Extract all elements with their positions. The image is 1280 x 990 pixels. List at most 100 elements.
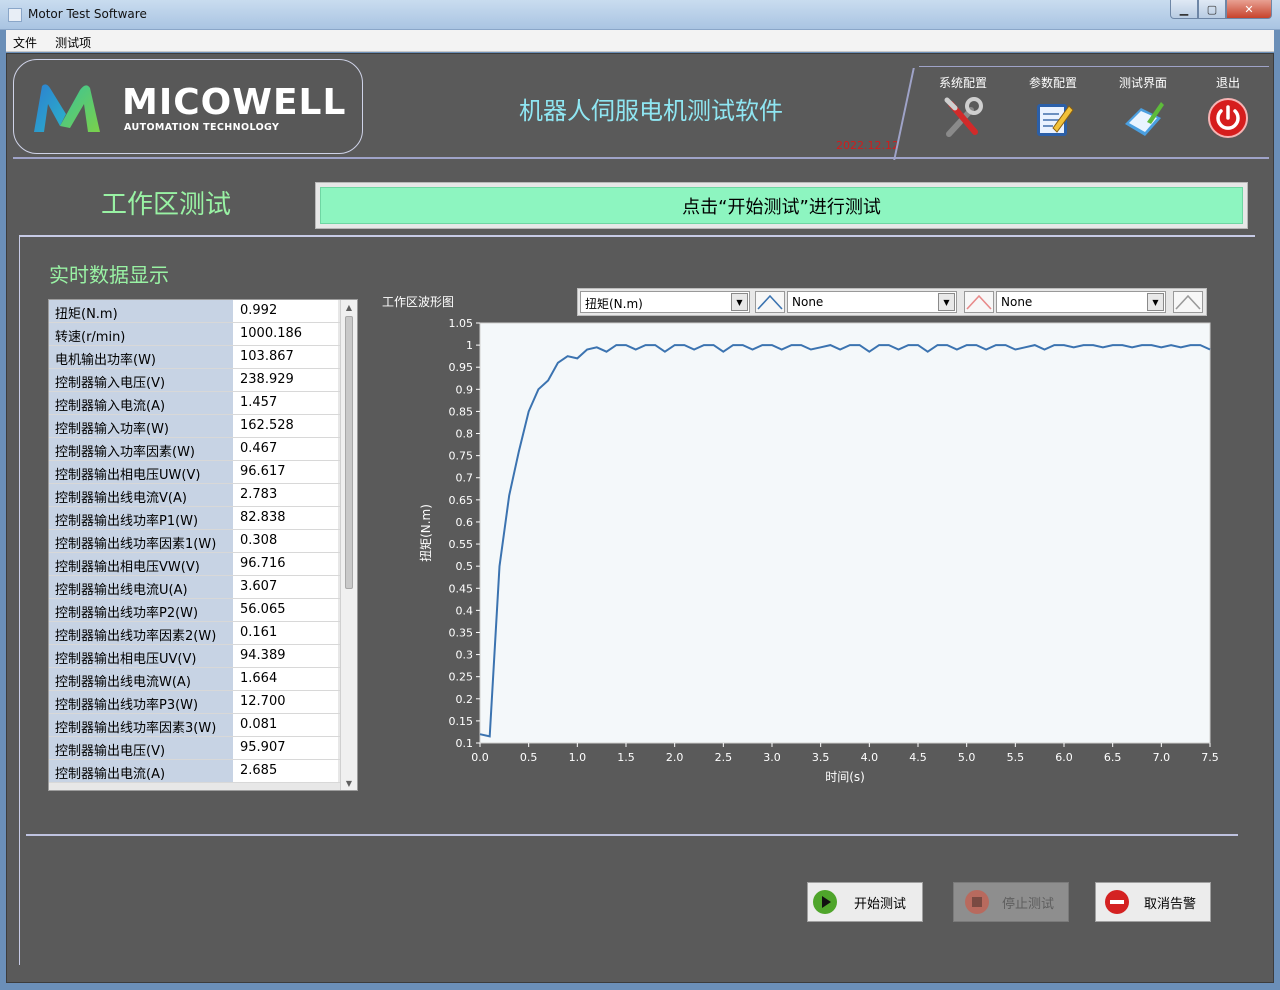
menu-test-items[interactable]: 测试项 xyxy=(48,30,98,51)
y-tick-label: 0.6 xyxy=(456,516,474,529)
clipboard-icon xyxy=(1125,102,1164,136)
table-row: 控制器输出线功率P1(W) 82.838 xyxy=(49,507,357,530)
realtime-data-table[interactable]: 扭矩(N.m) 0.992 转速(r/min) 1000.186 电机输出功率(W) 10… xyxy=(48,299,358,791)
cancel-alarm-label: 取消告警 xyxy=(1144,896,1197,912)
close-button[interactable]: ✕ xyxy=(1226,0,1272,19)
table-row-name: 控制器输出电压(V) xyxy=(49,737,235,759)
table-row-value[interactable]: 103.867 xyxy=(235,346,338,368)
table-row-value[interactable]: 2.783 xyxy=(235,484,338,506)
cancel-alarm-button[interactable]: 取消告警 xyxy=(1095,882,1211,922)
y-axis-label: 扭矩(N.m) xyxy=(419,504,433,562)
channel-select-1[interactable]: 扭矩(N.m) ▼ xyxy=(580,291,750,313)
table-row: 控制器输出线功率因素2(W) 0.161 xyxy=(49,622,357,645)
micowell-logo-icon xyxy=(34,84,100,132)
table-row: 电机输出功率(W) 103.867 xyxy=(49,346,357,369)
table-row-value[interactable]: 0.081 xyxy=(235,714,338,736)
no-entry-icon xyxy=(1105,890,1129,914)
maximize-icon: ▢ xyxy=(1206,2,1218,16)
scroll-down-icon[interactable]: ▼ xyxy=(341,776,357,790)
x-tick-label: 3.5 xyxy=(812,751,830,764)
start-test-button[interactable]: 开始测试 xyxy=(807,882,923,922)
scroll-thumb[interactable] xyxy=(345,316,353,589)
tool-system-config[interactable]: 系统配置 xyxy=(923,74,1003,140)
y-tick-label: 0.85 xyxy=(449,405,474,418)
window-title: Motor Test Software xyxy=(28,7,147,21)
table-row-value[interactable]: 56.065 xyxy=(235,599,338,621)
table-row-value[interactable]: 0.992 xyxy=(235,300,338,322)
table-row-value[interactable]: 2.685 xyxy=(235,760,338,782)
x-tick-label: 2.5 xyxy=(715,751,733,764)
series-3-color-swatch[interactable] xyxy=(1173,291,1203,313)
minimize-button[interactable]: ▁ xyxy=(1170,0,1198,19)
y-tick-label: 0.65 xyxy=(449,494,474,507)
line-style-icon xyxy=(757,294,783,310)
chevron-down-icon: ▼ xyxy=(938,293,955,311)
channel-select-2[interactable]: None ▼ xyxy=(787,291,957,313)
y-tick-label: 1.05 xyxy=(449,317,474,330)
x-tick-label: 0.5 xyxy=(520,751,538,764)
table-row-value[interactable]: 12.700 xyxy=(235,691,338,713)
window-controls: ▁ ▢ ✕ xyxy=(1170,0,1272,20)
x-tick-label: 5.0 xyxy=(958,751,976,764)
y-tick-label: 0.55 xyxy=(449,538,474,551)
panel-title: 实时数据显示 xyxy=(49,263,169,287)
x-tick-label: 2.0 xyxy=(666,751,684,764)
table-row-name: 控制器输入功率因素(W) xyxy=(49,438,235,460)
x-tick-label: 1.0 xyxy=(569,751,587,764)
table-row-value[interactable]: 0.467 xyxy=(235,438,338,460)
table-row-value[interactable]: 0.161 xyxy=(235,622,338,644)
waveform-chart[interactable]: 0.1 0.15 0.2 0.25 0.3 0.35 0.4 0.45 0.5 0.55 0.6 0.… xyxy=(400,315,1240,795)
table-row: 控制器输出相电压VW(V) 96.716 xyxy=(49,553,357,576)
stop-icon xyxy=(965,890,989,914)
table-row-value[interactable]: 1.664 xyxy=(235,668,338,690)
table-row-name: 控制器输入功率(W) xyxy=(49,415,235,437)
x-tick-label: 4.5 xyxy=(909,751,927,764)
status-message: 点击“开始测试”进行测试 xyxy=(320,187,1243,224)
table-row-name: 控制器输出相电压UV(V) xyxy=(49,645,235,667)
table-row-name: 控制器输入电压(V) xyxy=(49,369,235,391)
table-row-value[interactable]: 82.838 xyxy=(235,507,338,529)
table-row: 扭矩(N.m) 0.992 xyxy=(49,300,357,323)
table-row: 控制器输出线功率P2(W) 56.065 xyxy=(49,599,357,622)
y-tick-label: 0.95 xyxy=(449,361,474,374)
toolbar-divider-top xyxy=(919,66,1269,67)
series-2-color-swatch[interactable] xyxy=(964,291,994,313)
scroll-up-icon[interactable]: ▲ xyxy=(341,300,357,316)
table-row-value[interactable]: 1000.186 xyxy=(235,323,338,345)
version-date: 2022.12.12 xyxy=(836,139,899,152)
table-row-value[interactable]: 96.716 xyxy=(235,553,338,575)
table-row-value[interactable]: 162.528 xyxy=(235,415,338,437)
play-icon xyxy=(813,890,837,914)
table-row-value[interactable]: 0.308 xyxy=(235,530,338,552)
table-row: 控制器输出线电流W(A) 1.664 xyxy=(49,668,357,691)
table-scrollbar[interactable]: ▲ ▼ xyxy=(340,300,357,790)
table-row-value[interactable]: 1.457 xyxy=(235,392,338,414)
app-icon xyxy=(8,8,22,22)
channel-select-3[interactable]: None ▼ xyxy=(996,291,1166,313)
channel-select-1-value: 扭矩(N.m) xyxy=(585,297,643,311)
menu-file[interactable]: 文件 xyxy=(6,30,44,51)
table-row-value[interactable]: 94.389 xyxy=(235,645,338,667)
table-row-value[interactable]: 96.617 xyxy=(235,461,338,483)
tool-test-ui[interactable]: 测试界面 xyxy=(1103,74,1183,140)
tool-exit[interactable]: 退出 xyxy=(1193,74,1263,140)
series-1-color-swatch[interactable] xyxy=(755,291,785,313)
y-tick-label: 0.25 xyxy=(449,671,474,684)
chevron-down-icon: ▼ xyxy=(1147,293,1164,311)
stop-test-button[interactable]: 停止测试 xyxy=(953,882,1069,922)
table-row-value[interactable]: 238.929 xyxy=(235,369,338,391)
table-row-value[interactable]: 95.907 xyxy=(235,737,338,759)
table-row: 控制器输出电流(A) 2.685 xyxy=(49,760,357,783)
table-row-name: 控制器输出线功率因素3(W) xyxy=(49,714,235,736)
table-row-name: 控制器输出线功率P1(W) xyxy=(49,507,235,529)
x-axis-label: 时间(s) xyxy=(825,770,865,784)
y-tick-label: 0.4 xyxy=(456,604,474,617)
tool-exit-label: 退出 xyxy=(1215,76,1240,90)
maximize-button[interactable]: ▢ xyxy=(1198,0,1226,19)
x-tick-label: 6.0 xyxy=(1055,751,1073,764)
tool-param-config[interactable]: 参数配置 xyxy=(1013,74,1093,140)
section-title: 工作区测试 xyxy=(101,190,232,220)
table-row-value[interactable]: 3.607 xyxy=(235,576,338,598)
status-frame: 点击“开始测试”进行测试 xyxy=(315,182,1248,229)
client-area: MICOWELL AUTOMATION TECHNOLOGY 机器人伺服电机测试… xyxy=(6,53,1274,983)
